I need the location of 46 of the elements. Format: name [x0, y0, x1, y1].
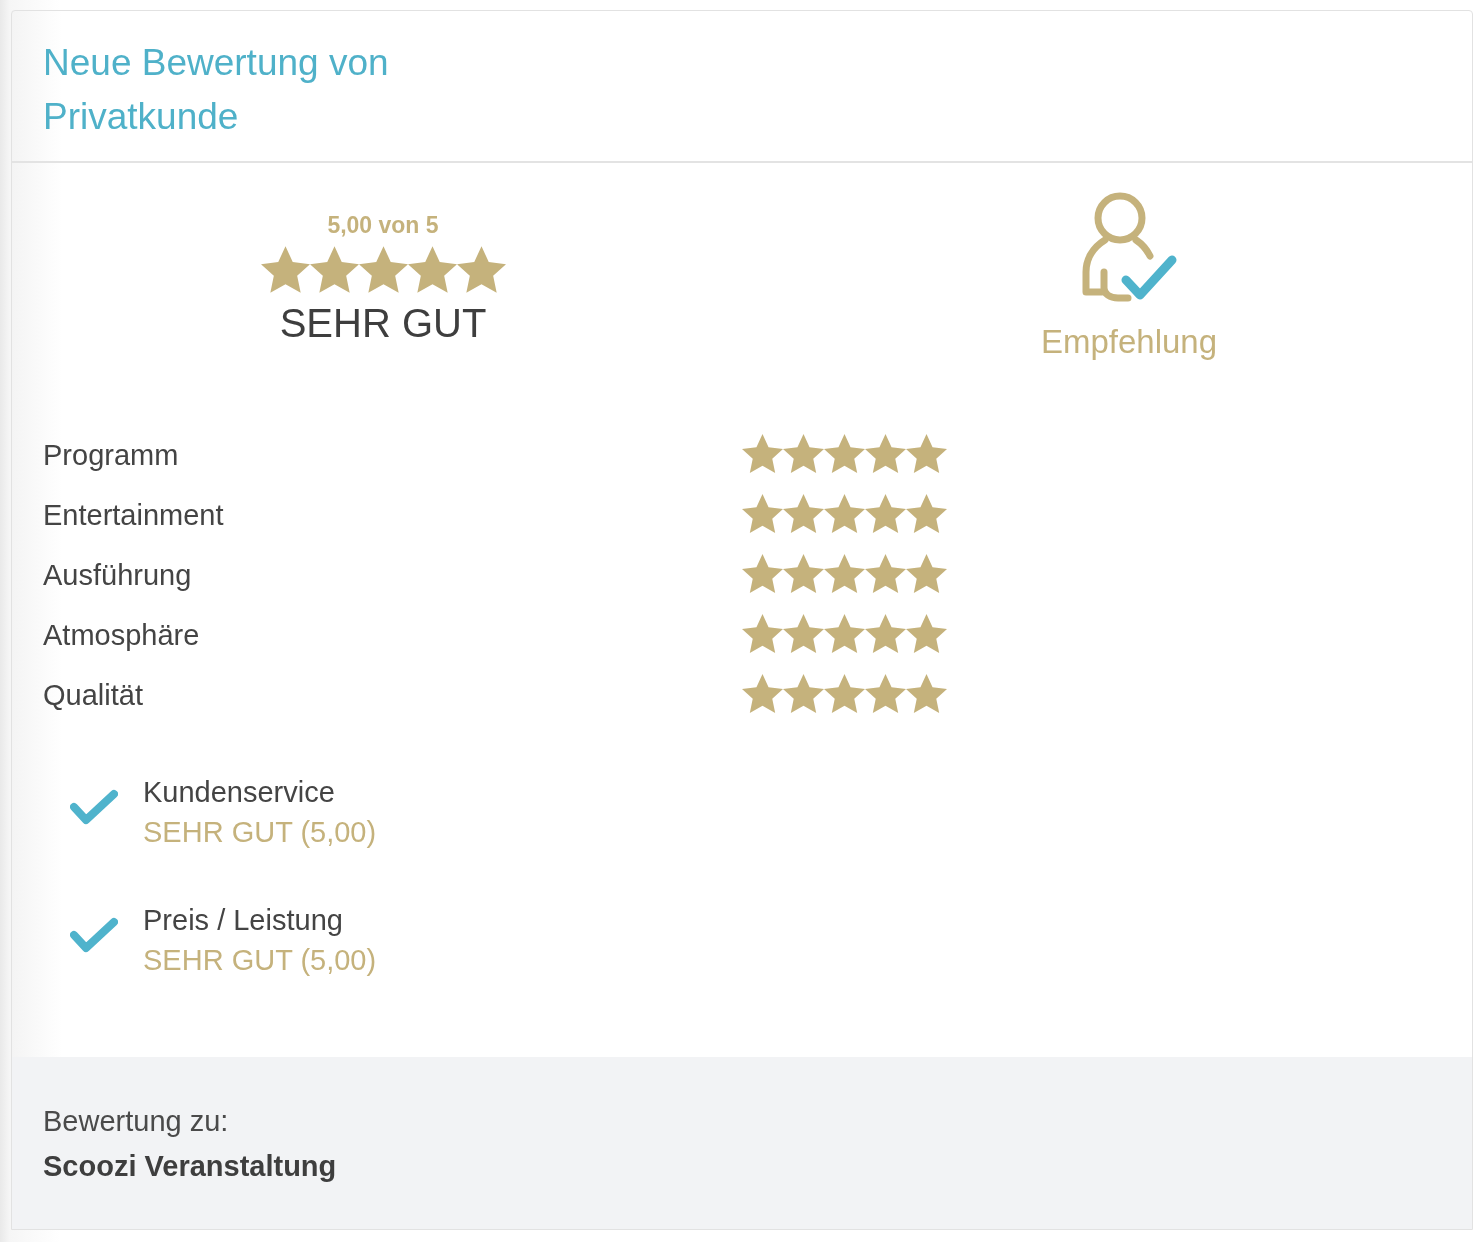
criterion-label: Ausführung: [43, 558, 192, 593]
star-icon: [906, 492, 947, 534]
criterion-label: Entertainment: [43, 498, 224, 533]
star-icon: [783, 552, 824, 594]
star-icon: [783, 432, 824, 474]
criterion-label: Atmosphäre: [43, 618, 200, 653]
star-icon: [906, 552, 947, 594]
star-icon: [906, 432, 947, 474]
star-icon: [742, 432, 783, 474]
extra-label: Preis / Leistung: [143, 903, 343, 938]
score-text: 5,00 von 5: [327, 211, 439, 240]
recommendation-label: Empfehlung: [1040, 322, 1218, 362]
panel-title: Neue Bewertung von Privatkunde: [43, 41, 390, 139]
star-icon: [407, 245, 457, 294]
star-icon: [865, 432, 906, 474]
star-icon: [260, 245, 310, 294]
star-icon: [865, 492, 906, 534]
star-icon: [309, 245, 359, 294]
star-icon: [456, 245, 506, 294]
star-icon: [783, 672, 824, 714]
star-icon: [783, 492, 824, 534]
star-icon: [824, 552, 865, 594]
rating-verdict: SEHR GUT: [279, 300, 487, 347]
user-check-icon: [1080, 190, 1178, 304]
subject-caption: Bewertung zu:: [43, 1104, 229, 1139]
star-icon: [824, 432, 865, 474]
star-icon: [824, 492, 865, 534]
extra-rating: SEHR GUT (5,00): [143, 943, 377, 978]
star-icon: [824, 672, 865, 714]
star-icon: [742, 552, 783, 594]
star-icon: [742, 672, 783, 714]
star-icon: [742, 612, 783, 654]
extra-rating: SEHR GUT (5,00): [143, 815, 377, 850]
star-icon: [783, 612, 824, 654]
criterion-label: Programm: [43, 438, 179, 473]
extra-label: Kundenservice: [143, 775, 335, 810]
subject-name: Scoozi Veranstaltung: [43, 1149, 337, 1184]
star-icon: [865, 552, 906, 594]
star-icon: [906, 672, 947, 714]
star-icon: [865, 672, 906, 714]
star-icon: [742, 492, 783, 534]
star-icon: [865, 612, 906, 654]
criterion-label: Qualität: [43, 678, 143, 713]
star-icon: [358, 245, 408, 294]
star-icon: [906, 612, 947, 654]
star-icon: [824, 612, 865, 654]
